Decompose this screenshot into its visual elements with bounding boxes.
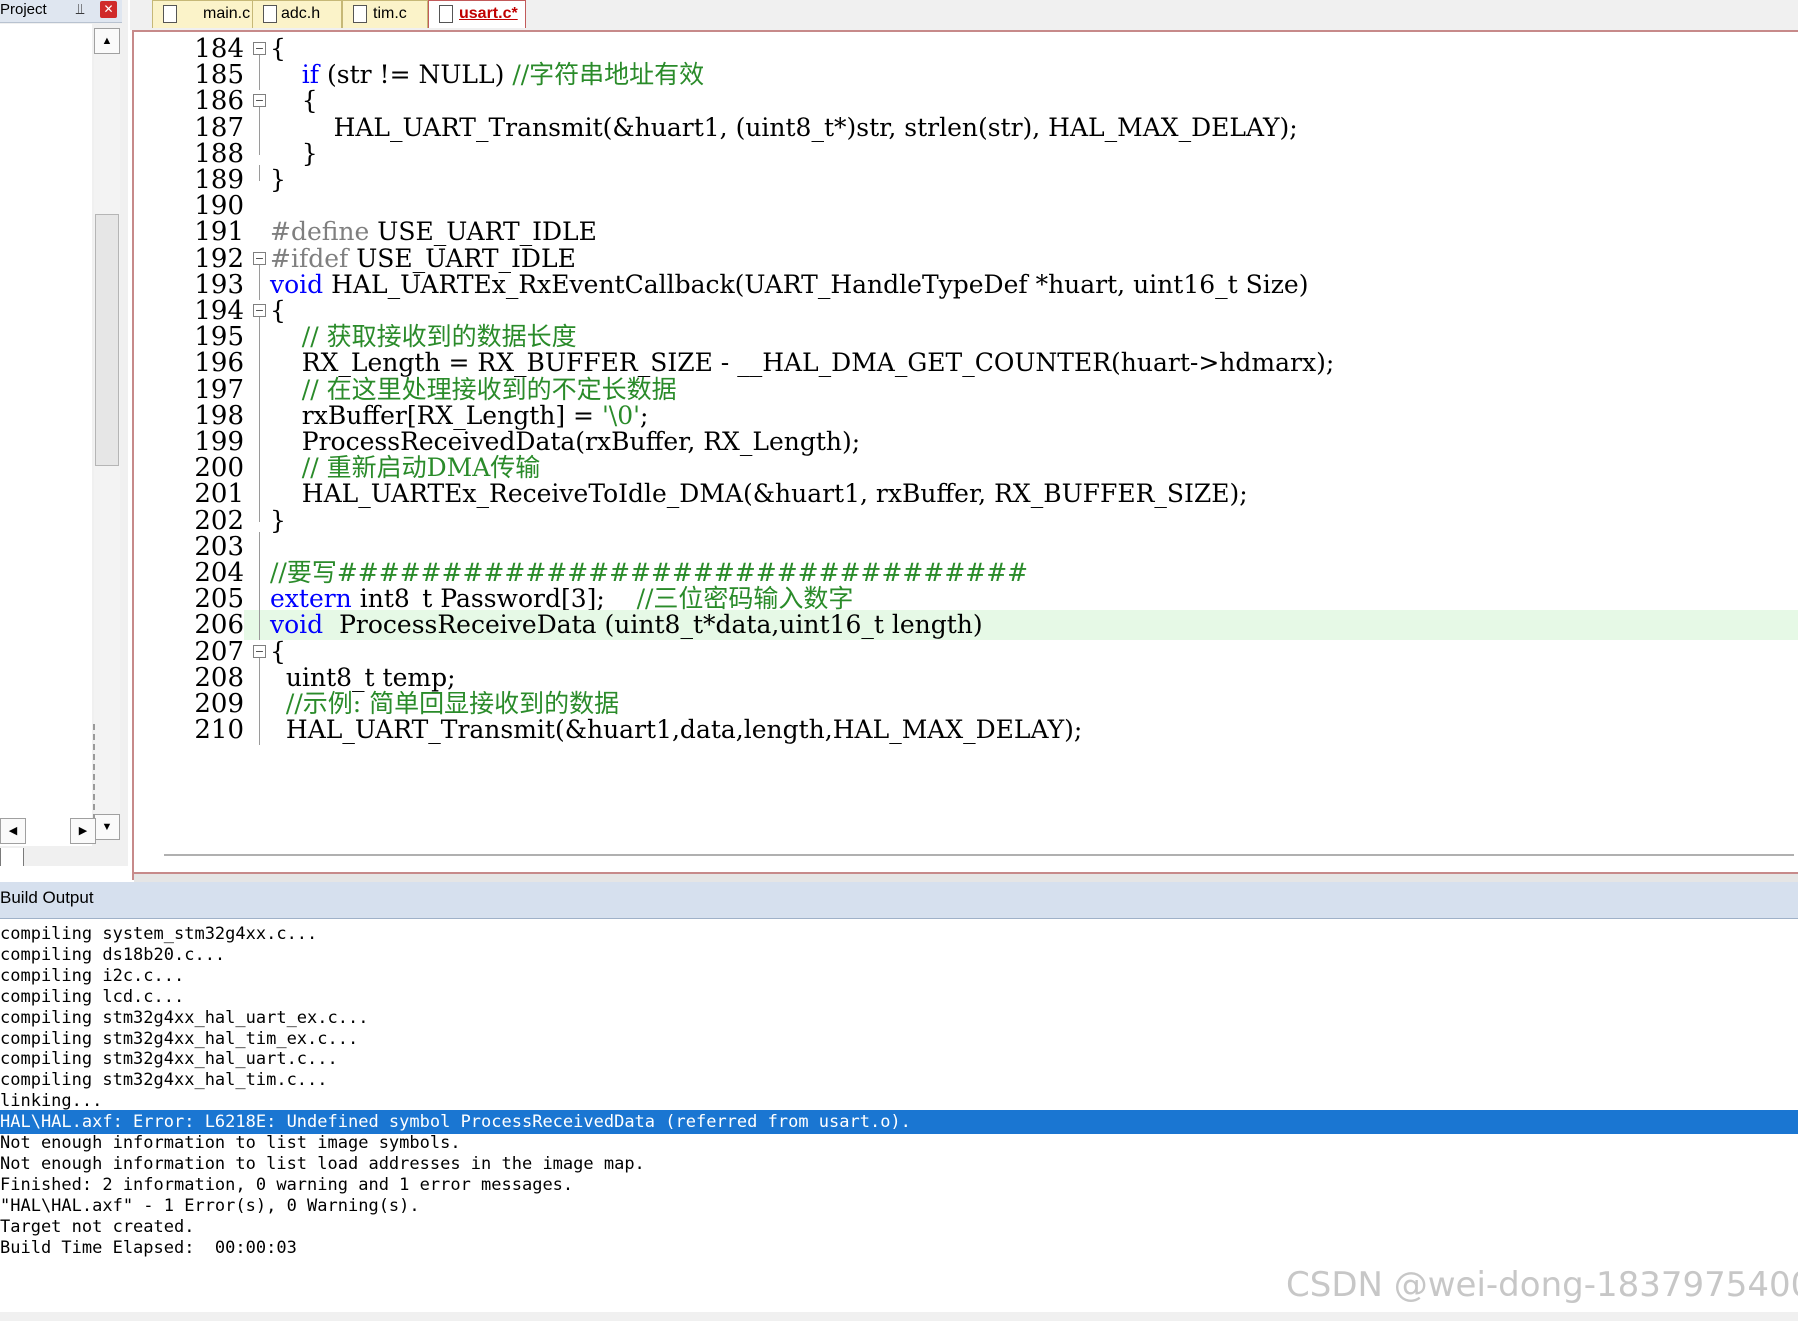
close-icon[interactable]: ✕ [100, 1, 117, 18]
editor-horizontal-scrollbar[interactable] [164, 854, 1794, 856]
fold-collapse-icon[interactable]: − [253, 644, 266, 658]
code-token: USE_UART_IDLE [369, 217, 597, 247]
code-token: int8_t Password[3]; [351, 584, 637, 614]
tab-label: tim.c [373, 5, 407, 22]
project-pane: Project ⫫ ✕ ▲ ▼ ◀ ▶ [0, 0, 128, 866]
build-output-title: Build Output [0, 888, 94, 907]
code-token: HAL_UART_Transmit(&huart1, (uint8_t*)str… [270, 112, 1298, 142]
build-output-line[interactable]: Build Time Elapsed: 00:00:03 [0, 1236, 1798, 1260]
code-token: (str != NULL) [319, 60, 513, 90]
editor-text-area[interactable]: 184−{185 if (str != NULL) //字符串地址有效 186− … [142, 34, 1798, 852]
code-token: HAL_UART_Transmit(&huart1,data,length,HA… [270, 715, 1083, 745]
project-header: Project ⫫ ✕ [0, 0, 122, 23]
keyword-token: if [301, 60, 320, 90]
project-title: Project [0, 1, 47, 18]
code-text: HAL_UART_Transmit(&huart1,data,length,HA… [270, 715, 1082, 745]
project-vertical-scrollbar[interactable]: ▲ ▼ [94, 28, 120, 840]
pin-icon[interactable]: ⫫ [76, 1, 84, 18]
code-token: ; [640, 400, 649, 430]
code-token: HAL_UARTEx_ReceiveToIdle_DMA(&huart1, rx… [270, 479, 1248, 509]
build-output-header: Build Output [0, 882, 1798, 919]
fold-guide-line [259, 165, 260, 181]
code-token: ProcessReceivedData(rxBuffer, RX_Length)… [270, 427, 861, 456]
code-token: USE_UART_IDLE [348, 243, 576, 273]
preprocessor-token: #define [270, 217, 370, 247]
ide-window: Project ⫫ ✕ ▲ ▼ ◀ ▶ main.c adc.h tim.c u… [0, 0, 1798, 1321]
file-icon [353, 5, 367, 23]
keyword-token: extern [270, 584, 352, 614]
code-token: HAL_UARTEx_RxEventCallback(UART_HandleTy… [323, 269, 1309, 299]
fold-guide-line [259, 505, 260, 522]
fold-guide-line [259, 138, 260, 155]
bottom-strip [0, 1312, 1798, 1321]
tab-label: adc.h [281, 5, 321, 22]
code-token: { [270, 86, 318, 116]
tab-main-c[interactable]: main.c [152, 0, 264, 28]
fold-collapse-icon[interactable]: − [253, 304, 266, 317]
code-token: rxBuffer[RX_Length] = [270, 400, 602, 430]
keyword-token: void [270, 269, 324, 299]
scroll-thumb[interactable] [95, 214, 119, 466]
scroll-left-arrow-icon[interactable]: ◀ [0, 818, 26, 844]
file-icon [163, 5, 177, 23]
code-token: } [270, 165, 286, 194]
tab-usart-c[interactable]: usart.c* [428, 0, 526, 28]
scroll-down-arrow-icon[interactable]: ▼ [94, 814, 120, 840]
project-tree[interactable] [0, 24, 92, 846]
file-icon [263, 5, 277, 23]
keyword-token: void [270, 610, 324, 640]
preprocessor-token: #ifdef [270, 243, 349, 273]
comment-token: //三位密码输入数字 [636, 584, 854, 614]
comment-token: //要写################################# [270, 558, 1029, 587]
comment-token: //示例: 简单回显接收到的数据 [285, 689, 620, 718]
fold-guide-line [259, 715, 260, 746]
tab-label: usart.c* [459, 5, 518, 22]
code-token: RX_Length = RX_BUFFER_SIZE - __HAL_DMA_G… [270, 348, 1335, 378]
scroll-up-arrow-icon[interactable]: ▲ [94, 28, 120, 54]
code-token: { [270, 34, 286, 63]
comment-token: // 重新启动DMA传输 [301, 453, 541, 483]
tree-guide-line [93, 724, 95, 820]
line-number: 210 [142, 715, 244, 746]
comment-token: //字符串地址有效 [512, 60, 705, 90]
tab-adc-h[interactable]: adc.h [252, 0, 342, 28]
comment-token: '\0' [601, 400, 641, 430]
code-line[interactable]: 210 HAL_UART_Transmit(&huart1,data,lengt… [142, 715, 1798, 746]
code-token: uint8_t temp; [270, 662, 456, 692]
file-tab-bar: main.c adc.h tim.c usart.c* [130, 0, 1798, 30]
code-token: { [270, 296, 286, 325]
project-bottom-tab[interactable] [0, 848, 24, 866]
fold-collapse-icon[interactable]: − [253, 251, 266, 265]
code-token: } [270, 505, 286, 535]
editor-bottom-border [134, 872, 1798, 882]
comment-token: // 在这里处理接收到的不定长数据 [301, 374, 677, 404]
tab-label: main.c [203, 5, 251, 22]
code-token: ProcessReceiveData (uint8_t*data,uint16_… [323, 610, 983, 640]
watermark: CSDN @wei-dong-18379754008 [1286, 1265, 1798, 1305]
fold-collapse-icon[interactable]: − [253, 94, 266, 108]
code-token: { [270, 636, 286, 666]
file-icon [439, 5, 453, 23]
code-token: } [270, 138, 318, 168]
comment-token: // 获取接收到的数据长度 [301, 322, 577, 352]
build-output-panel: Build Output compiling system_stm32g4xx.… [0, 882, 1798, 1321]
fold-collapse-icon[interactable]: − [253, 42, 266, 55]
scroll-right-arrow-icon[interactable]: ▶ [70, 818, 96, 844]
tab-tim-c[interactable]: tim.c [342, 0, 428, 28]
code-editor[interactable]: 184−{185 if (str != NULL) //字符串地址有效 186− … [132, 30, 1798, 882]
